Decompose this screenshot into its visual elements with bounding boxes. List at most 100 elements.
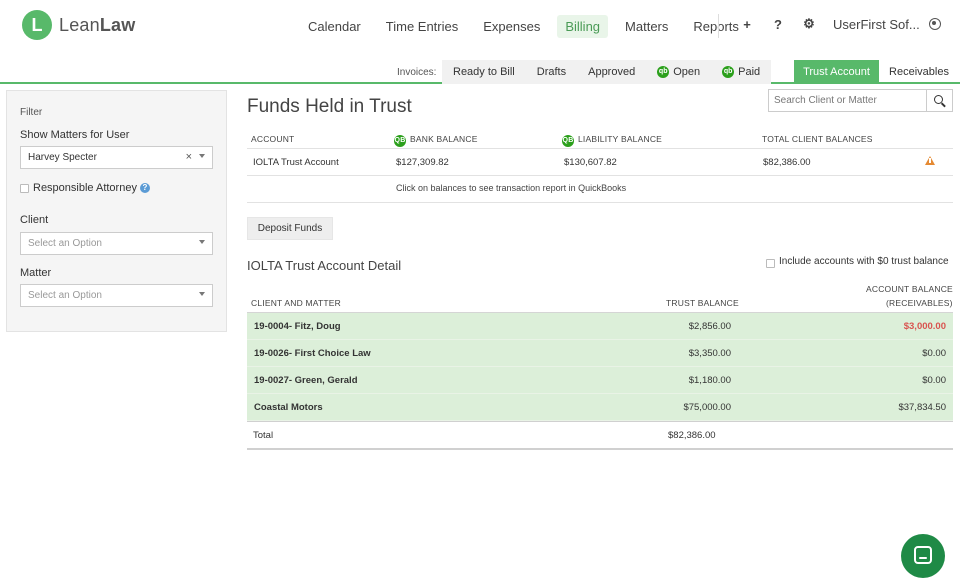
matter-label: Matter: [20, 267, 52, 279]
user-avatar-icon[interactable]: [928, 18, 941, 30]
header-liability-balance: qb LIABILITY BALANCE: [562, 134, 662, 147]
total-label: Total: [253, 430, 274, 441]
nav-item-billing[interactable]: Billing: [557, 15, 609, 38]
tab-ready-to-bill[interactable]: Ready to Bill: [442, 60, 526, 84]
filter-title: Filter: [20, 107, 43, 118]
user-select-value: Harvey Specter: [28, 152, 97, 163]
matter-select[interactable]: Select an Option: [20, 284, 213, 307]
nav-item-matters[interactable]: Matters: [617, 15, 676, 38]
table-row[interactable]: 19-0026- First Choice Law $3,350.00 $0.00: [247, 340, 953, 367]
logo-wordmark-light: Lean: [59, 14, 100, 35]
top-navigation-bar: L LeanLaw Calendar Time Entries Expenses Bi…: [0, 0, 960, 52]
nav-divider: [718, 14, 719, 38]
user-menu[interactable]: UserFirst Sof...: [833, 17, 920, 32]
section-title: IOLTA Trust Account Detail: [247, 258, 402, 273]
header-receivables: (RECEIVABLES): [886, 298, 953, 308]
chat-launcher-button[interactable]: [901, 534, 945, 578]
quickbooks-icon: qb: [722, 66, 735, 78]
liability-balance-value[interactable]: $130,607.82: [564, 157, 617, 168]
warning-icon-mark: [929, 158, 931, 163]
responsible-attorney-label: Responsible Attorney: [33, 182, 137, 194]
search-icon: [934, 95, 943, 104]
quickbooks-note: Click on balances to see transaction rep…: [396, 183, 627, 193]
matter-select-placeholder: Select an Option: [28, 290, 102, 301]
header-bank-balance: qb BANK BALANCE: [394, 134, 478, 147]
filter-panel: Filter Show Matters for User Harvey Spec…: [6, 90, 227, 332]
add-icon[interactable]: +: [740, 17, 754, 32]
tab-label: Drafts: [536, 66, 567, 78]
header-account-balance: ACCOUNT BALANCE: [866, 284, 953, 294]
tab-approved[interactable]: Approved: [577, 60, 646, 84]
divider: [247, 202, 953, 203]
header-bank-balance-label: BANK BALANCE: [410, 134, 478, 144]
tab-label: Paid: [738, 66, 761, 78]
logo-wordmark: LeanLaw: [59, 15, 135, 36]
client-select[interactable]: Select an Option: [20, 232, 213, 255]
search-input[interactable]: [769, 90, 927, 111]
tab-label: Open: [673, 66, 701, 78]
invoice-tabs: Ready to Bill Drafts Approved qb Open qb Paid: [442, 60, 772, 84]
quickbooks-icon: qb: [394, 135, 406, 147]
total-client-balances-value: $82,386.00: [763, 157, 811, 168]
client-label: Client: [20, 214, 49, 226]
leanlaw-logo[interactable]: L LeanLaw: [22, 10, 135, 40]
quickbooks-icon: qb: [657, 66, 670, 78]
nav-item-expenses[interactable]: Expenses: [475, 15, 548, 38]
help-circle-icon[interactable]: ?: [139, 183, 150, 193]
tab-drafts[interactable]: Drafts: [526, 60, 577, 84]
header-total-client-balances: TOTAL CLIENT BALANCES: [762, 134, 873, 144]
nav-item-calendar[interactable]: Calendar: [300, 15, 369, 38]
user-select[interactable]: Harvey Specter ×: [20, 146, 213, 169]
nav-item-reports[interactable]: Reports: [685, 15, 747, 38]
client-select-placeholder: Select an Option: [28, 238, 102, 249]
search-button[interactable]: [926, 90, 952, 111]
invoices-label: Invoices:: [397, 67, 437, 78]
trust-balance-cell: $3,350.00: [688, 348, 731, 359]
tab-label: Approved: [588, 66, 636, 78]
bank-balance-value[interactable]: $127,309.82: [396, 157, 449, 168]
logo-mark: L: [22, 10, 52, 40]
client-matter-cell[interactable]: 19-0004- Fitz, Doug: [254, 321, 341, 332]
client-matter-cell[interactable]: Coastal Motors: [254, 402, 323, 413]
show-matters-label: Show Matters for User: [20, 129, 130, 141]
divider: [247, 175, 953, 176]
header-trust-balance: TRUST BALANCE: [666, 298, 739, 308]
help-icon[interactable]: ?: [771, 17, 785, 32]
tab-paid[interactable]: qb Paid: [711, 60, 771, 84]
divider: [247, 148, 953, 149]
table-row[interactable]: 19-0027- Green, Gerald $1,180.00 $0.00: [247, 367, 953, 394]
quickbooks-icon: qb: [562, 135, 574, 147]
chevron-down-icon: [199, 154, 205, 158]
trust-balance-cell: $2,856.00: [688, 321, 731, 332]
include-zero-balance-checkbox[interactable]: [766, 259, 775, 268]
chevron-down-icon: [199, 292, 205, 296]
page-title: Funds Held in Trust: [247, 96, 412, 117]
tab-receivables[interactable]: Receivables: [882, 60, 956, 84]
tab-open[interactable]: qb Open: [646, 60, 711, 84]
account-name: IOLTA Trust Account: [253, 157, 339, 168]
chat-icon: [914, 546, 932, 564]
chevron-down-icon: [199, 240, 205, 244]
nav-item-time-entries[interactable]: Time Entries: [378, 15, 466, 38]
logo-wordmark-bold: Law: [99, 14, 136, 35]
responsible-attorney-checkbox[interactable]: [20, 184, 29, 193]
responsible-attorney-row: Responsible Attorney?: [33, 182, 150, 194]
table-row[interactable]: Coastal Motors $75,000.00 $37,834.50: [247, 394, 953, 421]
divider: [247, 421, 953, 422]
search-box: [768, 89, 953, 112]
trust-balance-cell: $1,180.00: [688, 375, 731, 386]
client-matter-cell[interactable]: 19-0026- First Choice Law: [254, 348, 371, 359]
header-client-and-matter: CLIENT AND MATTER: [251, 298, 341, 308]
account-balance-cell: $3,000.00: [903, 321, 946, 332]
gear-icon[interactable]: ⚙: [802, 16, 816, 32]
client-matter-cell[interactable]: 19-0027- Green, Gerald: [254, 375, 358, 386]
trust-balance-cell: $75,000.00: [683, 402, 731, 413]
table-row[interactable]: 19-0004- Fitz, Doug $2,856.00 $3,000.00: [247, 313, 953, 340]
account-balance-cell: $0.00: [922, 348, 946, 359]
clear-icon[interactable]: ×: [186, 151, 192, 163]
tab-trust-account[interactable]: Trust Account: [794, 60, 879, 84]
deposit-funds-button[interactable]: Deposit Funds: [247, 217, 333, 240]
account-balance-cell: $37,834.50: [898, 402, 946, 413]
tab-label: Ready to Bill: [453, 66, 515, 78]
main-nav: Calendar Time Entries Expenses Billing Matte…: [300, 15, 756, 38]
